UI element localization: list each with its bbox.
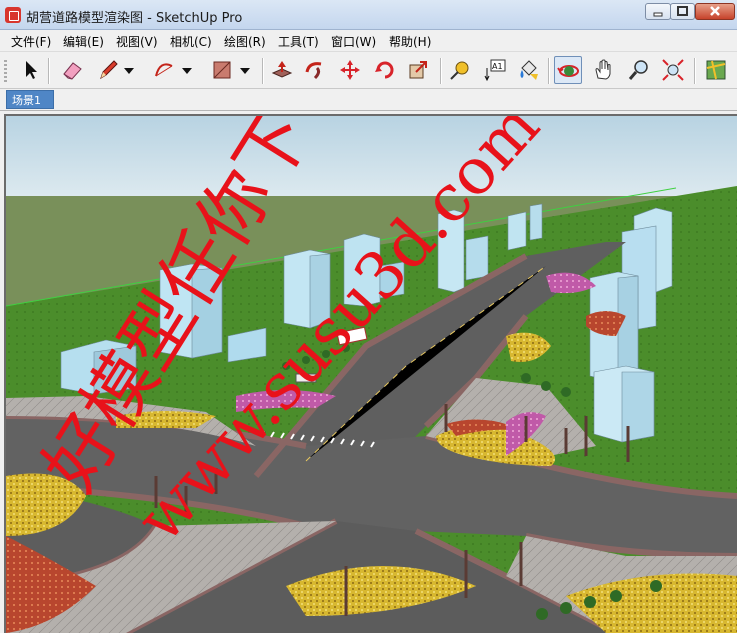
zoom-icon <box>628 60 648 80</box>
close-button[interactable] <box>695 3 735 20</box>
title-bar: 胡营道路模型渲染图 - SketchUp Pro <box>0 0 737 30</box>
follow-me-tool-button[interactable] <box>301 56 329 84</box>
model-viewport[interactable]: 好模型任你下 www.susu3d.com <box>4 114 737 633</box>
maximize-button[interactable] <box>670 3 695 20</box>
paint-bucket-tool-button[interactable] <box>514 56 542 84</box>
pencil-icon <box>100 60 118 80</box>
eraser-tool-button[interactable] <box>58 56 86 84</box>
rectangle-dropdown[interactable] <box>236 56 254 84</box>
push-pull-tool-button[interactable] <box>268 56 296 84</box>
menu-camera[interactable]: 相机(C) <box>170 33 212 50</box>
move-tool-button[interactable] <box>336 56 364 84</box>
dropdown-icon <box>124 68 134 74</box>
scene-tab[interactable]: 场景1 <box>6 90 54 109</box>
scale-tool-button[interactable] <box>404 56 432 84</box>
toolbar-separator <box>548 58 549 84</box>
window-title: 胡营道路模型渲染图 - SketchUp Pro <box>26 11 243 26</box>
minimize-icon <box>653 12 663 17</box>
select-tool-button[interactable] <box>16 56 44 84</box>
tape-measure-icon <box>450 61 469 80</box>
arc-tool-button[interactable] <box>150 56 178 84</box>
menu-file[interactable]: 文件(F) <box>11 33 51 50</box>
watermark: 好模型任你下 www.susu3d.com <box>27 116 554 557</box>
menu-view[interactable]: 视图(V) <box>116 33 158 50</box>
menu-draw[interactable]: 绘图(R) <box>224 33 266 50</box>
scenes-bar: 场景1 <box>0 89 737 111</box>
map-tool-button[interactable] <box>702 56 730 84</box>
menu-window[interactable]: 窗口(W) <box>331 33 376 50</box>
text-tool-button[interactable]: A1 <box>481 56 509 84</box>
toolbar-separator <box>48 58 49 84</box>
toolbar-grip[interactable] <box>4 60 7 82</box>
rotate-icon <box>375 61 394 79</box>
pan-tool-button[interactable] <box>590 56 618 84</box>
main-toolbar: A1 <box>0 51 737 89</box>
dropdown-icon <box>182 68 192 74</box>
orbit-tool-button[interactable] <box>554 56 582 84</box>
map-icon <box>706 60 726 80</box>
svg-text:A1: A1 <box>492 62 503 71</box>
close-icon <box>710 6 720 16</box>
maximize-icon <box>677 6 688 16</box>
toolbar-separator <box>440 58 441 84</box>
menu-help[interactable]: 帮助(H) <box>389 33 431 50</box>
toolbar-separator <box>694 58 695 84</box>
text-icon: A1 <box>484 59 506 82</box>
sketchup-app-icon[interactable] <box>5 7 21 23</box>
arc-dropdown[interactable] <box>178 56 196 84</box>
tape-measure-tool-button[interactable] <box>446 56 474 84</box>
orbit-icon <box>557 65 579 77</box>
arc-icon <box>155 63 173 77</box>
move-icon <box>340 60 360 80</box>
zoom-extents-icon <box>662 59 684 81</box>
push-pull-icon <box>271 61 293 78</box>
follow-me-icon <box>305 62 322 80</box>
paint-bucket-icon <box>520 60 538 80</box>
zoom-extents-tool-button[interactable] <box>659 56 687 84</box>
dropdown-icon <box>240 68 250 74</box>
menu-tools[interactable]: 工具(T) <box>278 33 319 50</box>
rotate-tool-button[interactable] <box>371 56 399 84</box>
line-tool-button[interactable] <box>94 56 122 84</box>
select-icon <box>26 61 37 79</box>
zoom-tool-button[interactable] <box>625 56 653 84</box>
eraser-icon <box>63 62 82 80</box>
pan-icon <box>595 59 611 80</box>
toolbar-separator <box>262 58 263 84</box>
scale-icon <box>409 61 427 79</box>
menu-edit[interactable]: 编辑(E) <box>63 33 104 50</box>
rectangle-tool-button[interactable] <box>208 56 236 84</box>
minimize-button[interactable] <box>645 3 671 20</box>
rectangle-icon <box>213 61 231 79</box>
menu-bar: 文件(F) 编辑(E) 视图(V) 相机(C) 绘图(R) 工具(T) 窗口(W… <box>0 31 737 51</box>
line-dropdown[interactable] <box>120 56 138 84</box>
